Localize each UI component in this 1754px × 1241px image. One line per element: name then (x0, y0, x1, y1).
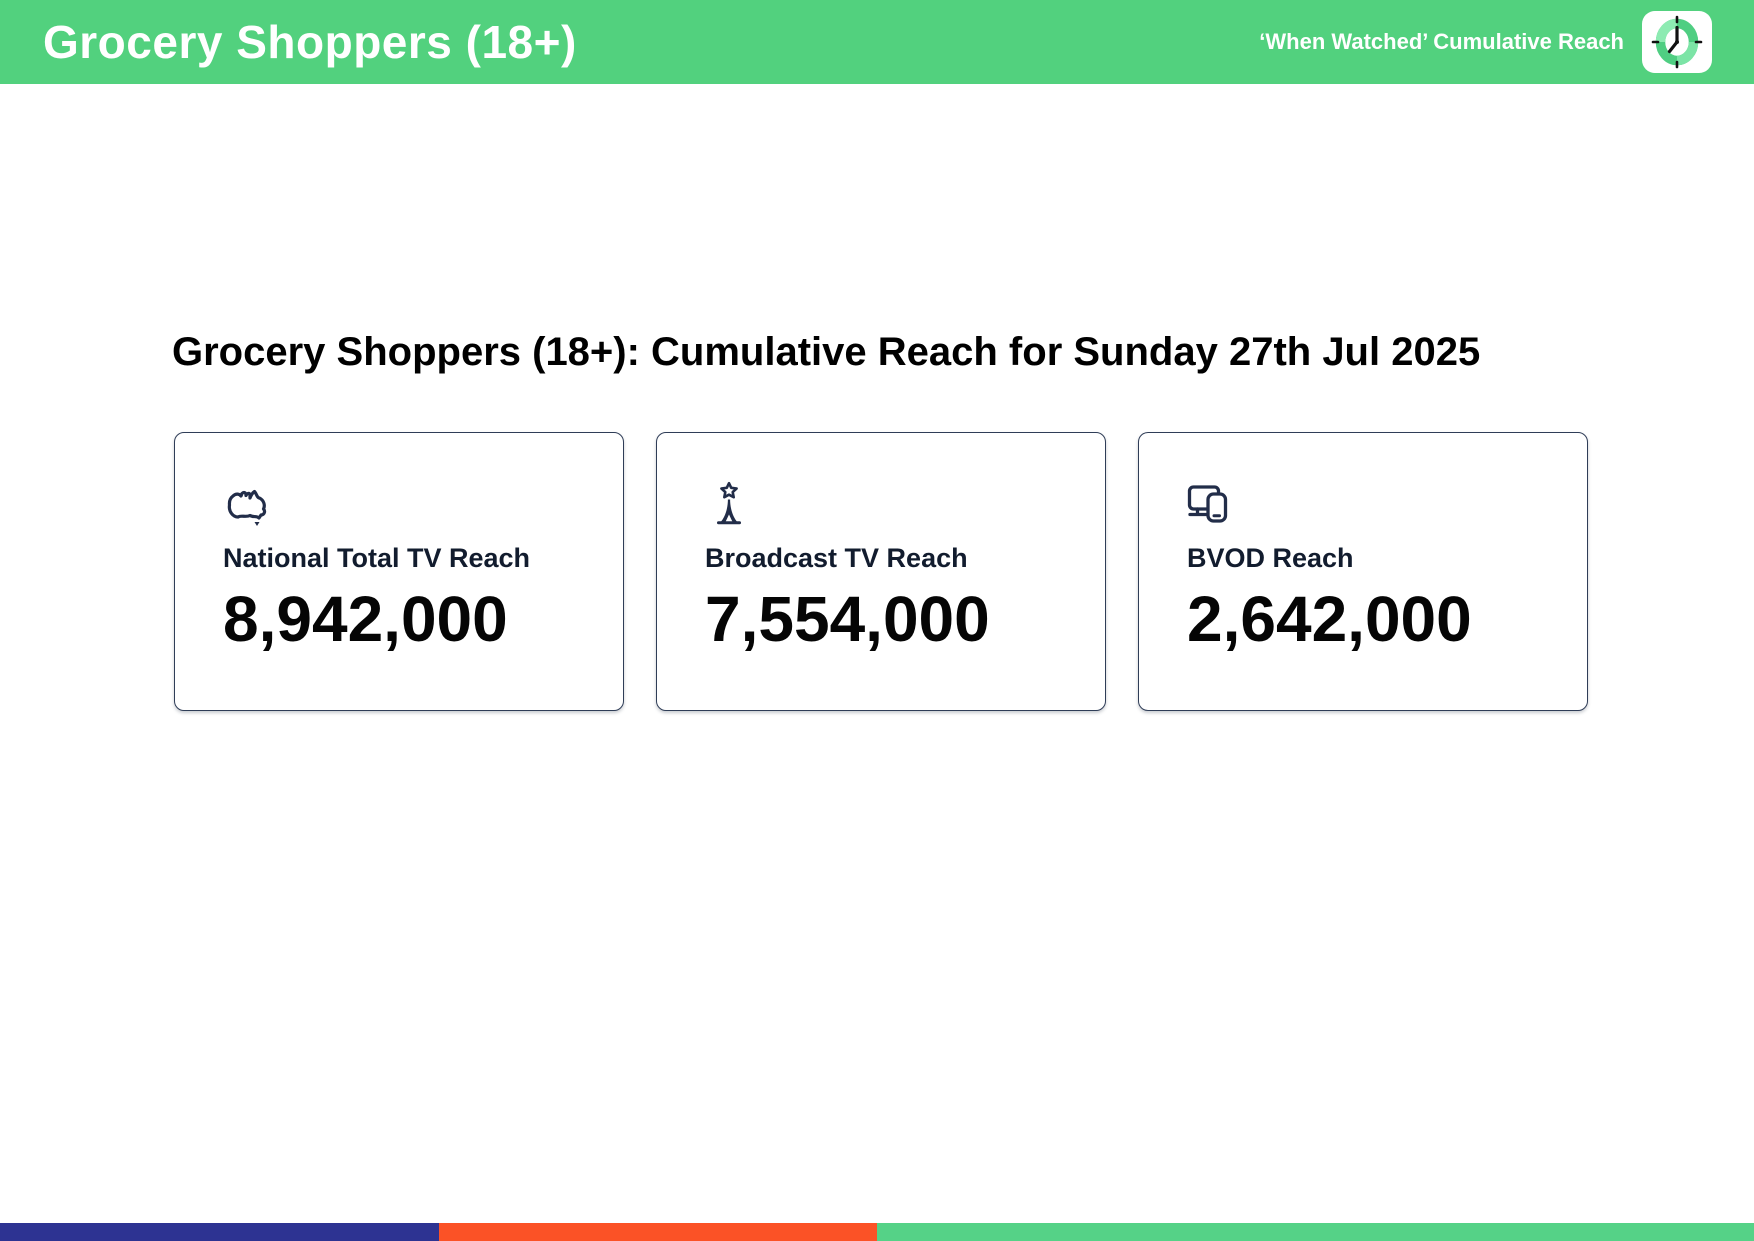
kpi-cards-row: National Total TV Reach 8,942,000 Broadc… (174, 432, 1588, 711)
footer-green-segment (877, 1223, 1754, 1241)
kpi-value: 7,554,000 (705, 583, 990, 655)
footer-blue-segment (0, 1223, 439, 1241)
card-bvod-reach: BVOD Reach 2,642,000 (1138, 432, 1588, 711)
devices-icon (1187, 485, 1228, 523)
kpi-value: 2,642,000 (1187, 583, 1472, 655)
kpi-label: Broadcast TV Reach (705, 543, 968, 573)
app-title: Grocery Shoppers (18+) (43, 16, 577, 68)
clock-badge-icon (1642, 11, 1712, 73)
app-header: Grocery Shoppers (18+) ‘When Watched’ Cu… (0, 0, 1754, 84)
footer-orange-segment (438, 1223, 877, 1241)
kpi-value: 8,942,000 (223, 583, 508, 655)
when-watched-label: ‘When Watched’ Cumulative Reach (1259, 29, 1624, 54)
kpi-label: National Total TV Reach (223, 543, 531, 573)
footer-color-bar (0, 1223, 1754, 1241)
australia-map-icon (227, 489, 267, 526)
header-right-cluster: ‘When Watched’ Cumulative Reach (1259, 0, 1712, 84)
kpi-label: BVOD Reach (1187, 543, 1354, 573)
card-broadcast-tv-reach: Broadcast TV Reach 7,554,000 (656, 432, 1106, 711)
page-title: Grocery Shoppers (18+): Cumulative Reach… (172, 330, 1481, 374)
card-national-total-tv-reach: National Total TV Reach 8,942,000 (174, 432, 624, 711)
broadcast-tower-icon (717, 481, 741, 525)
